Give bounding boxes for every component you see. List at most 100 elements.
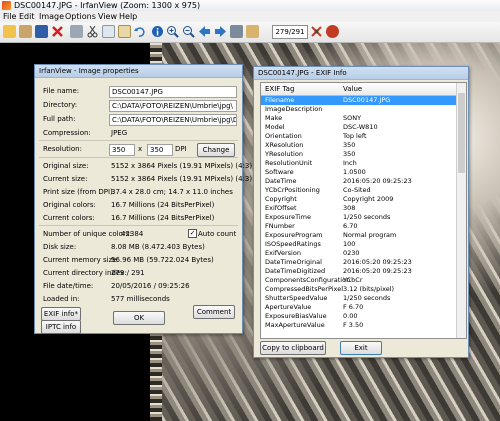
open-folder-icon[interactable] <box>3 25 16 38</box>
exif-tag-cell: Make <box>265 114 283 122</box>
menu-help[interactable]: Help <box>119 12 137 21</box>
comment-button[interactable]: Comment <box>193 305 235 319</box>
undo-icon[interactable] <box>133 25 146 38</box>
resolution-unit: DPI <box>175 145 187 153</box>
iptc-info-button[interactable]: IPTC info <box>41 320 81 334</box>
exif-row[interactable]: YCbCrPositioning Co-Sited <box>261 186 456 195</box>
exif-row[interactable]: MaxApertureValue F 3.50 <box>261 321 456 330</box>
current-size-value: 5152 x 3864 Pixels (19.91 MPixels) (4:3) <box>111 175 253 183</box>
exif-table[interactable]: EXIF Tag Value Filename DSC00147.JPG Image… <box>260 82 467 339</box>
label-full-path: Full path: <box>43 115 76 123</box>
menu-view[interactable]: View <box>98 12 117 21</box>
exif-tag-cell: Filename <box>265 96 295 104</box>
exif-tag-cell: ApertureValue <box>265 303 312 311</box>
zoom-out-icon[interactable] <box>182 25 195 38</box>
exif-info-button[interactable]: EXIF info* <box>41 307 81 321</box>
exif-row[interactable]: CompressedBitsPerPixel 3.12 (bits/pixel) <box>261 285 456 294</box>
resolution-x-field[interactable]: 350 <box>109 144 135 156</box>
exif-value-cell: 2016:05:20 09:25:23 <box>343 258 412 266</box>
label-original-size: Original size: <box>43 162 89 170</box>
save-icon[interactable] <box>35 25 48 38</box>
exif-value-cell: 2016:05:20 09:25:23 <box>343 177 412 185</box>
exif-row[interactable]: ShutterSpeedValue 1/250 seconds <box>261 294 456 303</box>
exif-tag-cell: DateTime <box>265 177 297 185</box>
toolbar: 279/291 <box>0 22 500 43</box>
memory-size-value: 56.96 MB (59.722.024 Bytes) <box>111 256 214 264</box>
directory-field[interactable]: C:\DATA\FOTO\REIZEN\Umbrie\jpg\ <box>109 100 237 112</box>
info-icon[interactable] <box>151 25 164 38</box>
exif-row[interactable]: Software 1.0500 <box>261 168 456 177</box>
exif-row[interactable]: ExifVersion 0230 <box>261 249 456 258</box>
full-path-field[interactable]: C:\DATA\FOTO\REIZEN\Umbrie\jpg\DSC <box>109 114 237 126</box>
menu-edit[interactable]: Edit <box>19 12 35 21</box>
exif-row[interactable]: DateTimeDigitized 2016:05:20 09:25:23 <box>261 267 456 276</box>
auto-count-checkbox[interactable]: ✓ <box>188 229 197 238</box>
properties-icon[interactable] <box>70 25 83 38</box>
exit-icon[interactable] <box>326 25 339 38</box>
exif-row[interactable]: XResolution 350 <box>261 141 456 150</box>
exif-table-header: EXIF Tag Value <box>261 83 456 96</box>
exif-row[interactable]: ImageDescription <box>261 105 456 114</box>
exif-value-cell: Co-Sited <box>343 186 371 194</box>
zoom-in-icon[interactable] <box>166 25 179 38</box>
exif-row[interactable]: YResolution 350 <box>261 150 456 159</box>
exif-value-cell: Top left <box>343 132 367 140</box>
exif-title: DSC00147.JPG - EXIF Info <box>258 69 347 77</box>
menu-file[interactable]: File <box>3 12 16 21</box>
exif-row[interactable]: ComponentsConfiguration YCbCr <box>261 276 456 285</box>
exif-row[interactable]: FNumber 6.70 <box>261 222 456 231</box>
image-properties-dialog: IrfanView - Image properties File name: … <box>34 64 252 334</box>
exif-tag-cell: XResolution <box>265 141 304 149</box>
exif-tag-cell: Model <box>265 123 285 131</box>
exif-row[interactable]: DateTimeOriginal 2016:05:20 09:25:23 <box>261 258 456 267</box>
column-value[interactable]: Value <box>343 85 362 93</box>
menu-image[interactable]: Image <box>39 12 64 21</box>
exif-row[interactable]: Orientation Top left <box>261 132 456 141</box>
exif-row[interactable]: Filename DSC00147.JPG <box>261 96 456 105</box>
file-name-field[interactable]: DSC00147.JPG <box>109 86 237 98</box>
delete-icon[interactable] <box>51 25 64 38</box>
exif-row[interactable]: Model DSC-W810 <box>261 123 456 132</box>
exif-value-cell: 0230 <box>343 249 360 257</box>
next-icon[interactable] <box>214 25 227 38</box>
exit-button[interactable]: Exit <box>340 341 382 355</box>
resolution-separator: x <box>138 145 143 153</box>
exif-row[interactable]: ExposureProgram Normal program <box>261 231 456 240</box>
exif-row[interactable]: ISOSpeedRatings 100 <box>261 240 456 249</box>
previous-icon[interactable] <box>198 25 211 38</box>
copy-to-clipboard-button[interactable]: Copy to clipboard <box>260 341 326 355</box>
exif-tag-cell: ExposureBiasValue <box>265 312 327 320</box>
thumbnails-icon[interactable] <box>230 25 243 38</box>
exif-value-cell: 1.0500 <box>343 168 366 176</box>
label-compression: Compression: <box>43 129 91 137</box>
settings-icon[interactable] <box>310 25 323 38</box>
menu-options[interactable]: Options <box>65 12 96 21</box>
copy-icon[interactable] <box>102 25 115 38</box>
exif-value-cell: 3.12 (bits/pixel) <box>343 285 395 293</box>
exif-value-cell: 308 <box>343 204 356 212</box>
exif-row[interactable]: ResolutionUnit Inch <box>261 159 456 168</box>
ok-button[interactable]: OK <box>113 311 165 325</box>
paste-icon[interactable] <box>118 25 131 38</box>
exif-scrollbar-thumb[interactable] <box>458 93 465 173</box>
exif-row[interactable]: DateTime 2016:05:20 09:25:23 <box>261 177 456 186</box>
page-counter: 279/291 <box>272 25 308 39</box>
exif-row[interactable]: Copyright Copyright 2009 <box>261 195 456 204</box>
label-current-colors: Current colors: <box>43 214 95 222</box>
exif-row[interactable]: Make SONY <box>261 114 456 123</box>
paint-icon[interactable] <box>246 25 259 38</box>
exif-value-cell: 6.70 <box>343 222 358 230</box>
exif-info-dialog: DSC00147.JPG - EXIF Info EXIF Tag Value … <box>253 66 469 358</box>
slideshow-icon[interactable] <box>19 25 32 38</box>
exif-row[interactable]: ApertureValue F 6.70 <box>261 303 456 312</box>
exif-row[interactable]: ExifOffset 308 <box>261 204 456 213</box>
exif-row[interactable]: ExposureTime 1/250 seconds <box>261 213 456 222</box>
change-button[interactable]: Change <box>197 143 235 157</box>
exif-value-cell: DSC-W810 <box>343 123 378 131</box>
exif-row[interactable]: ExposureBiasValue 0.00 <box>261 312 456 321</box>
cut-icon[interactable] <box>86 25 99 38</box>
resolution-y-field[interactable]: 350 <box>147 144 173 156</box>
exif-tag-cell: ExifOffset <box>265 204 297 212</box>
exif-scrollbar[interactable] <box>456 83 466 338</box>
column-exif-tag[interactable]: EXIF Tag <box>265 85 294 93</box>
